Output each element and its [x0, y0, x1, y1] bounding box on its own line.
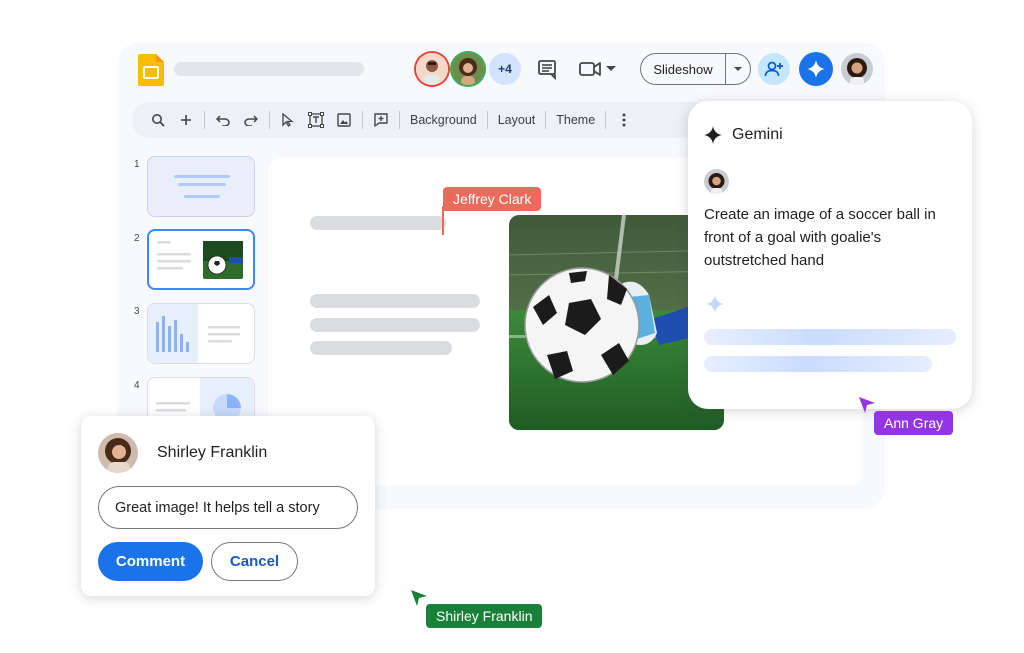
gemini-loading-bar: [704, 356, 932, 372]
comment-author-name: Shirley Franklin: [157, 444, 268, 461]
comment-author-avatar: [98, 433, 138, 473]
more-collaborators-badge[interactable]: +4: [489, 53, 521, 85]
document-title-placeholder[interactable]: [174, 62, 364, 76]
gemini-icon: [807, 60, 825, 78]
collaborator-tag-ann: Ann Gray: [874, 411, 954, 435]
slide-thumbnail[interactable]: [147, 377, 255, 417]
body-text-placeholder[interactable]: [310, 341, 452, 355]
slides-logo-icon[interactable]: [138, 54, 164, 86]
chevron-down-icon[interactable]: [603, 57, 619, 81]
layout-menu-button[interactable]: Layout: [492, 113, 542, 127]
slide-thumbnail[interactable]: [147, 156, 255, 217]
comments-icon[interactable]: [535, 57, 559, 81]
insert-comment-icon[interactable]: [367, 106, 395, 134]
collaborator-avatar[interactable]: [452, 53, 484, 85]
gemini-button[interactable]: [799, 52, 833, 86]
toolbar-divider: [486, 111, 488, 129]
undo-icon[interactable]: [209, 106, 237, 134]
gemini-loading-spark-icon: [706, 295, 724, 318]
title-placeholder[interactable]: [310, 216, 446, 230]
share-user-icon: [764, 61, 783, 77]
slideshow-button[interactable]: Slideshow: [640, 53, 751, 85]
account-avatar[interactable]: [841, 53, 873, 85]
collaborator-tag-jeffrey: Jeffrey Clark: [443, 187, 542, 211]
gemini-loading-bar: [704, 329, 956, 345]
cancel-button[interactable]: Cancel: [211, 542, 298, 581]
gemini-prompt-text: Create an image of a soccer ball in fron…: [704, 206, 936, 269]
comment-input[interactable]: [98, 486, 358, 529]
toolbar-divider: [605, 111, 607, 129]
search-icon[interactable]: [144, 106, 172, 134]
meet-video-icon[interactable]: [578, 57, 602, 81]
insert-image-icon[interactable]: [330, 106, 358, 134]
toolbar-divider: [399, 111, 400, 129]
editor-toolbar: Background Layout Theme: [132, 102, 712, 138]
share-button[interactable]: [758, 53, 790, 85]
slide-number: 2: [134, 233, 140, 244]
body-text-placeholder[interactable]: [310, 318, 480, 332]
user-avatar: [704, 169, 729, 194]
gemini-title: Gemini: [732, 126, 783, 143]
background-menu-button[interactable]: Background: [404, 113, 483, 127]
add-icon[interactable]: [172, 106, 200, 134]
toolbar-divider: [545, 111, 547, 129]
comment-button[interactable]: Comment: [98, 542, 203, 581]
slideshow-label[interactable]: Slideshow: [641, 54, 726, 84]
body-text-placeholder[interactable]: [310, 294, 480, 308]
slide-number: 4: [134, 380, 140, 391]
collaborator-avatar[interactable]: [416, 53, 448, 85]
more-options-icon[interactable]: [610, 106, 638, 134]
toolbar-divider: [362, 111, 363, 129]
slide-thumbnail[interactable]: [147, 229, 255, 290]
slide-number: 1: [134, 159, 140, 170]
toolbar-divider: [269, 111, 270, 129]
slide-thumbnail[interactable]: [147, 303, 255, 364]
theme-menu-button[interactable]: Theme: [550, 113, 601, 127]
gemini-spark-icon: [704, 126, 722, 149]
collaborator-tag-shirley: Shirley Franklin: [426, 604, 543, 628]
slide-number: 3: [134, 306, 140, 317]
chevron-down-icon[interactable]: [726, 54, 750, 84]
toolbar-divider: [204, 111, 205, 129]
redo-icon[interactable]: [237, 106, 265, 134]
text-box-icon[interactable]: [302, 106, 330, 134]
select-pointer-icon[interactable]: [274, 106, 302, 134]
